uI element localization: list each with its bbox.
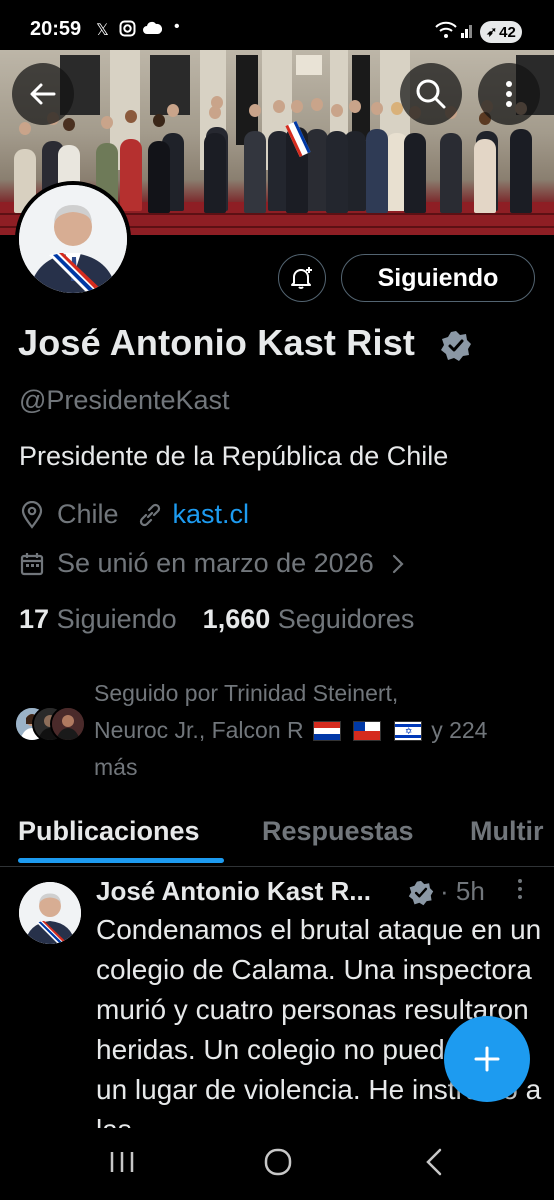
wifi-signal-icon	[434, 20, 476, 45]
profile-joined-row[interactable]: Se unió en marzo de 2026	[19, 548, 408, 579]
active-tab-indicator	[18, 858, 224, 863]
israel-flag-icon: ✡	[393, 721, 422, 741]
profile-location: Chile	[57, 499, 119, 529]
profile-joined-date: Se unió en marzo de 2026	[57, 548, 374, 578]
followers-link[interactable]: 1,660 Seguidores	[203, 604, 415, 635]
compose-post-button[interactable]	[444, 1016, 530, 1102]
plus-icon	[474, 1046, 500, 1072]
followed-by-names: Neuroc Jr., Falcon R	[94, 717, 304, 743]
profile-avatar[interactable]	[15, 181, 131, 297]
followed-by-line1: Seguido por Trinidad Steinert,	[94, 680, 399, 706]
chile-flag-icon	[353, 721, 382, 741]
bell-plus-icon	[291, 267, 312, 289]
following-link[interactable]: 17 Siguiendo	[19, 604, 177, 635]
profile-meta-location-website: Chile kast.cl	[19, 499, 249, 530]
followers-count: 1,660	[202, 604, 271, 634]
post-more-button[interactable]	[516, 878, 524, 906]
paraguay-flag-icon	[313, 721, 342, 741]
cloud-icon	[142, 20, 163, 41]
profile-website-link[interactable]: kast.cl	[173, 499, 250, 530]
tab-multimedia[interactable]: Multir	[470, 816, 544, 847]
follow-stats: 17 Siguiendo 1,660 Seguidores	[19, 604, 414, 635]
more-vertical-icon	[518, 879, 522, 899]
chevron-left-icon	[426, 1148, 442, 1176]
followed-by-text[interactable]: Seguido por Trinidad Steinert, Neuroc Jr…	[94, 675, 534, 786]
battery-indicator: ➶ 42	[480, 21, 522, 43]
post-timestamp: · 5h	[440, 876, 485, 906]
recent-apps-icon	[110, 1152, 134, 1172]
verified-badge-icon	[408, 880, 434, 906]
x-app-icon: 𝕏	[96, 22, 109, 39]
followed-by-line2: Neuroc Jr., Falcon R ✡ y 224	[94, 712, 534, 749]
link-icon	[139, 503, 160, 526]
system-navigation-bar	[0, 1128, 554, 1200]
more-vertical-icon	[506, 81, 512, 107]
profile-handle: @PresidenteKast	[19, 385, 230, 415]
following-button[interactable]: Siguiendo	[341, 254, 535, 302]
chevron-right-icon	[392, 554, 404, 573]
location-pin-icon	[21, 500, 43, 529]
tab-respuestas[interactable]: Respuestas	[262, 816, 414, 847]
battery-level: 42	[499, 23, 516, 41]
following-count: 17	[19, 604, 50, 634]
profile-bio: Presidente de la República de Chile	[19, 441, 449, 471]
more-options-button[interactable]	[478, 63, 540, 125]
instagram-icon	[119, 20, 136, 42]
profile-tabs: Publicaciones Respuestas Multir	[0, 800, 554, 867]
back-button[interactable]	[12, 63, 74, 125]
home-button[interactable]	[262, 1146, 294, 1183]
status-time: 20:59	[30, 18, 82, 40]
post-author-name[interactable]: José Antonio Kast R...	[96, 876, 371, 907]
battery-saver-icon: ➶	[486, 24, 498, 39]
recent-apps-button[interactable]	[106, 1148, 138, 1181]
calendar-icon	[20, 552, 44, 575]
search-icon	[416, 79, 446, 109]
back-nav-button[interactable]	[420, 1146, 448, 1183]
status-bar: 20:59 𝕏 • ➶ 42	[0, 0, 554, 50]
arrow-left-icon	[30, 83, 56, 105]
home-icon	[264, 1148, 292, 1176]
followed-by-line3: más	[94, 754, 138, 780]
tab-publicaciones[interactable]: Publicaciones	[18, 816, 200, 847]
notification-dot-icon: •	[174, 18, 180, 35]
profile-name: José Antonio Kast Rist	[18, 322, 416, 363]
mutual-follower-avatar	[50, 706, 86, 742]
search-button[interactable]	[400, 63, 462, 125]
verified-badge-icon[interactable]	[440, 330, 472, 362]
followed-by-count: y 224	[431, 717, 488, 743]
following-label: Siguiendo	[56, 604, 177, 634]
notifications-bell-button[interactable]	[278, 254, 326, 302]
followers-label: Seguidores	[277, 604, 415, 634]
post-author-avatar[interactable]	[19, 882, 81, 944]
